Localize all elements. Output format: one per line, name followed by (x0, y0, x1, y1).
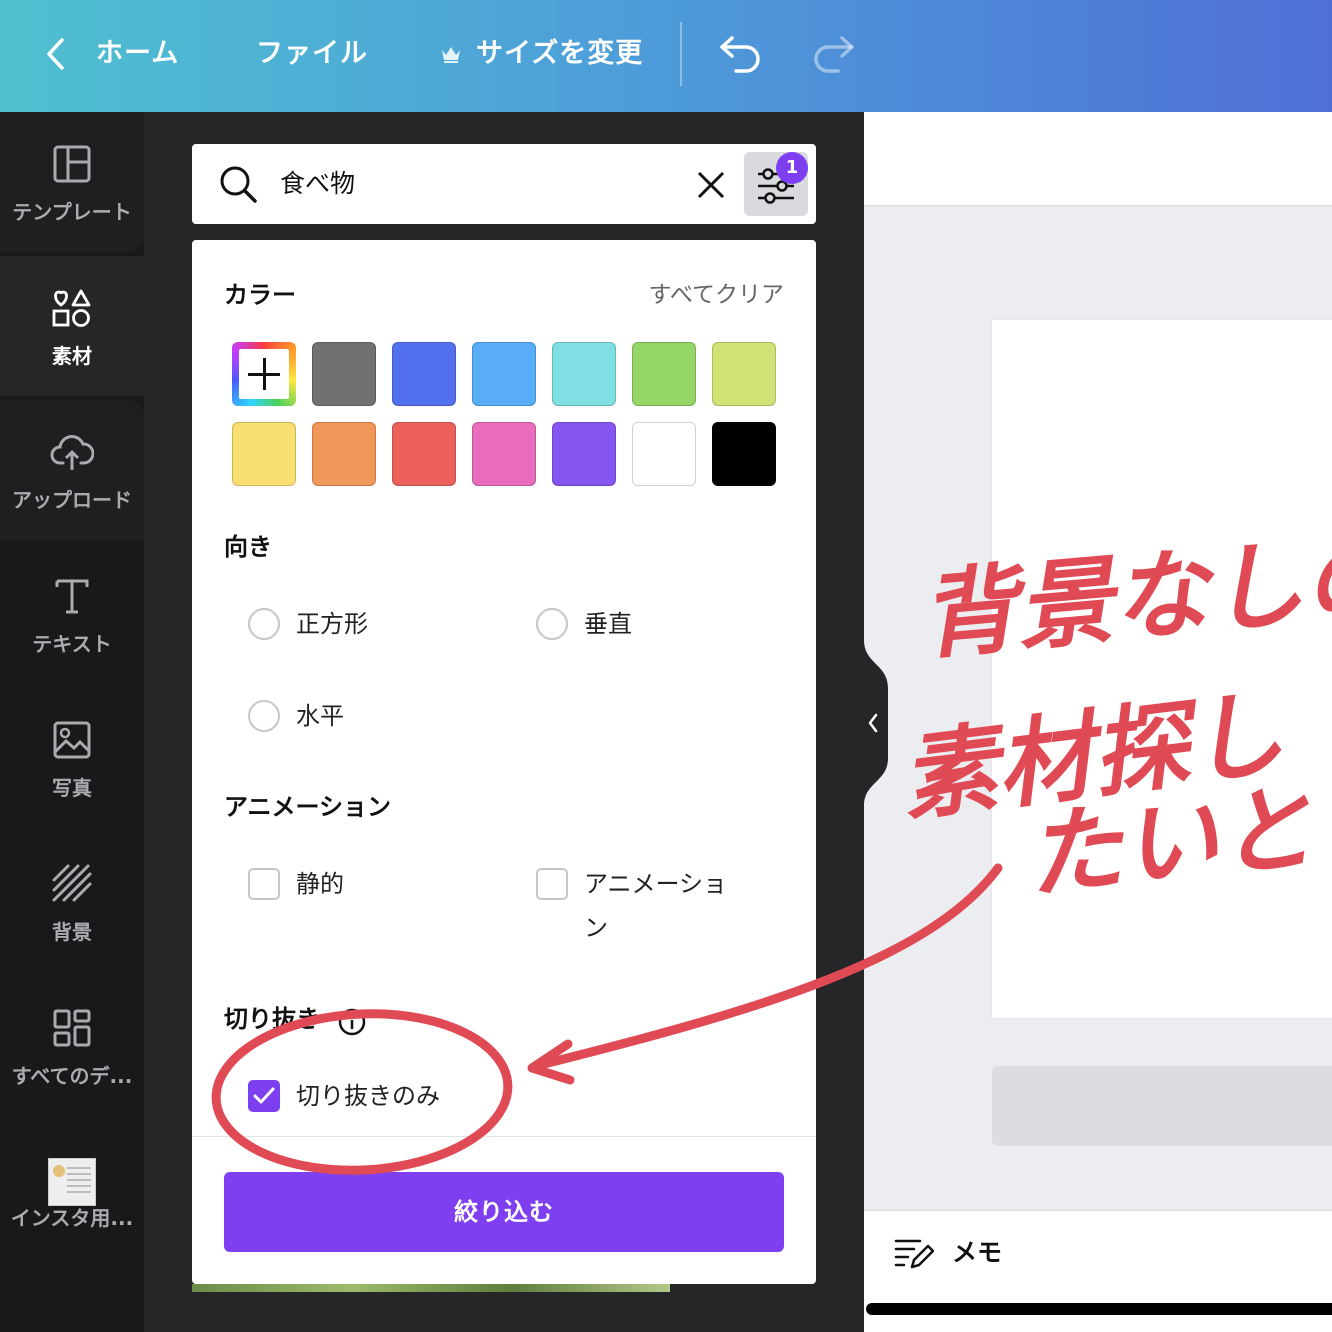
animation-section-title: アニメーション (224, 793, 392, 821)
design-page[interactable] (992, 320, 1332, 1018)
option-label-horizontal: 水平 (296, 702, 344, 730)
color-section-title: カラー (224, 281, 296, 309)
background-icon (52, 864, 92, 902)
radio-vertical[interactable] (536, 608, 568, 640)
orientation-section-title: 向き (224, 533, 272, 561)
canvas-header (864, 112, 1332, 206)
chevron-left-icon[interactable] (42, 36, 70, 72)
sidebar-item-templates[interactable]: テンプレート (0, 112, 144, 252)
sidebar-item-text[interactable]: テキスト (0, 544, 144, 684)
search-bar[interactable]: 食べ物 1 (192, 144, 816, 224)
sidebar-item-label: テンプレート (12, 200, 132, 224)
option-label-vertical: 垂直 (584, 610, 632, 638)
option-label-animated-wrap: ン (584, 914, 608, 942)
color-swatch[interactable] (472, 422, 536, 486)
sidebar-item-uploads[interactable]: アップロード (0, 400, 144, 540)
color-swatch[interactable] (632, 342, 696, 406)
card-divider (192, 1136, 816, 1137)
sidebar-item-label: 写真 (52, 776, 92, 800)
sidebar-item-label: 背景 (52, 920, 92, 944)
all-designs-icon (53, 1009, 91, 1047)
sidebar-item-instagram-folder[interactable]: インスタ用... (0, 1120, 144, 1260)
radio-horizontal[interactable] (248, 700, 280, 732)
text-icon (55, 579, 89, 614)
color-swatch[interactable] (312, 422, 376, 486)
redo-icon[interactable] (810, 32, 856, 74)
checkbox-static[interactable] (248, 868, 280, 900)
sidebar-item-label: テキスト (32, 632, 112, 656)
sidebar-item-label: すべてのデ... (11, 1064, 133, 1088)
file-menu-button[interactable]: ファイル (256, 34, 368, 74)
sidebar-item-label: 素材 (52, 344, 92, 368)
info-icon[interactable] (338, 1008, 366, 1036)
home-indicator (866, 1303, 1332, 1315)
checkmark-icon (253, 1087, 275, 1104)
photo-icon (53, 721, 91, 759)
template-icon (53, 145, 91, 183)
notes-button[interactable]: メモ (952, 1233, 1002, 1273)
top-toolbar: ホーム ファイル サイズを変更 (0, 0, 1332, 112)
undo-icon[interactable] (718, 32, 764, 74)
sidebar-item-elements[interactable]: 素材 (0, 256, 144, 396)
filter-card: カラー すべてクリア 向き 正方形 垂直 水平 アニメーション 静的 アニメーシ… (192, 240, 816, 1284)
collapse-panel-tab[interactable] (850, 640, 888, 806)
clear-all-link[interactable]: すべてクリア (649, 278, 784, 312)
result-image-strip[interactable] (192, 1284, 670, 1292)
cloud-upload-icon (50, 435, 94, 470)
apply-filter-button[interactable]: 絞り込む (224, 1172, 784, 1252)
option-label-cutout-only: 切り抜きのみ (296, 1082, 440, 1110)
sidebar-item-label: インスタ用... (10, 1206, 134, 1230)
color-swatch[interactable] (712, 422, 776, 486)
color-swatch[interactable] (632, 422, 696, 486)
color-swatch[interactable] (232, 422, 296, 486)
canvas-area: メモ (864, 112, 1332, 1332)
sidebar-item-label: アップロード (12, 488, 132, 512)
color-swatch[interactable] (392, 342, 456, 406)
custom-color-swatch[interactable] (232, 342, 296, 406)
resize-button[interactable]: サイズを変更 (476, 34, 643, 74)
filter-count-badge: 1 (776, 152, 808, 184)
folder-thumbnail (48, 1158, 96, 1206)
search-icon (220, 166, 257, 203)
side-nav: テンプレート 素材 アップロード テキスト 写真 背景 すべてのデ... インス… (0, 112, 144, 1332)
add-page-button[interactable] (992, 1066, 1332, 1146)
option-label-static: 静的 (296, 870, 344, 898)
crown-icon (442, 47, 460, 63)
toolbar-divider (680, 22, 682, 86)
search-input[interactable]: 食べ物 (280, 164, 355, 204)
color-swatch[interactable] (552, 342, 616, 406)
option-label-square: 正方形 (296, 610, 368, 638)
checkbox-animated[interactable] (536, 868, 568, 900)
color-swatch[interactable] (312, 342, 376, 406)
color-swatch[interactable] (392, 422, 456, 486)
sidebar-item-photos[interactable]: 写真 (0, 688, 144, 828)
close-icon[interactable] (696, 170, 726, 200)
notes-icon (894, 1239, 934, 1269)
cutout-section-title: 切り抜き (224, 1005, 320, 1033)
radio-square[interactable] (248, 608, 280, 640)
bottom-bar: メモ (864, 1210, 1332, 1332)
sidebar-item-backgrounds[interactable]: 背景 (0, 832, 144, 972)
color-swatch[interactable] (712, 342, 776, 406)
color-swatch[interactable] (472, 342, 536, 406)
sidebar-item-all-designs[interactable]: すべてのデ... (0, 976, 144, 1116)
option-label-animated: アニメーショ (584, 870, 728, 898)
home-button[interactable]: ホーム (96, 34, 179, 74)
color-swatch[interactable] (552, 422, 616, 486)
checkbox-cutout-only[interactable] (248, 1080, 280, 1112)
elements-icon (52, 289, 91, 327)
